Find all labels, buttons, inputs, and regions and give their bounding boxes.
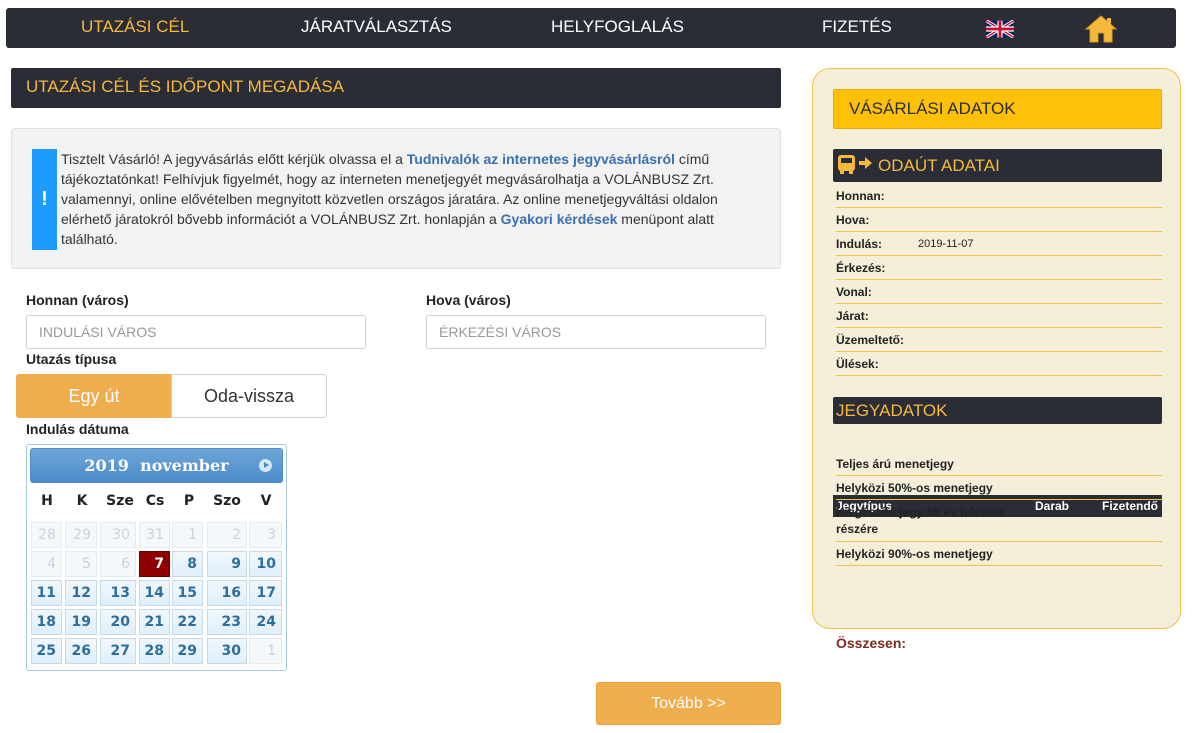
to-label: Hova (város)	[426, 292, 511, 308]
calendar-day[interactable]: 26	[65, 638, 97, 664]
trip-type-label: Utazás típusa	[26, 351, 117, 367]
trip-row-label: Üzemeltető:	[836, 328, 1162, 352]
ticket-type-row: Helyközi 50%-os menetjegy	[836, 476, 1162, 500]
outbound-details-title: ODAÚT ADATAI	[878, 156, 1000, 175]
next-month-icon[interactable]	[259, 459, 272, 472]
notice-box: ! Tisztelt Vásárló! A jegyvásárlás előtt…	[11, 128, 781, 269]
calendar-day[interactable]: 29	[172, 638, 203, 664]
calendar-day[interactable]: 16	[207, 580, 247, 606]
calendar-day: 29	[65, 522, 97, 548]
round-trip-button[interactable]: Oda-vissza	[171, 374, 327, 418]
internet-ticket-info-link[interactable]: Tudnivalók az internetes jegyvásárlásról	[407, 151, 675, 167]
notice-text-part: Tisztelt Vásárló! A jegyvásárlás előtt k…	[61, 151, 407, 167]
calendar-day[interactable]: 19	[65, 609, 97, 635]
calendar-day[interactable]: 12	[65, 580, 97, 606]
trip-row-label: Érkezés:	[836, 256, 1162, 280]
calendar-day[interactable]: 20	[100, 609, 136, 635]
ticket-details-header: JEGYADATOK	[833, 397, 1162, 424]
calendar-day[interactable]: 18	[31, 609, 62, 635]
faq-link[interactable]: Gyakori kérdések	[501, 211, 618, 227]
calendar-day[interactable]: 24	[249, 609, 282, 635]
bus-arrow-icon	[836, 154, 878, 187]
nav-item-seat-booking[interactable]: HELYFOGLALÁS	[551, 8, 684, 48]
section-title: UTAZÁSI CÉL ÉS IDŐPONT MEGADÁSA	[11, 68, 781, 108]
calendar-day[interactable]: 28	[139, 638, 170, 664]
calendar-day: 4	[31, 551, 62, 577]
calendar-month-title: 2019 november	[84, 456, 229, 475]
calendar-day[interactable]: 30	[207, 638, 247, 664]
ticket-type-name: Helyközi 90%-os menetjegy	[836, 547, 993, 561]
calendar-day: 2	[207, 522, 247, 548]
one-way-button[interactable]: Egy út	[16, 374, 172, 418]
calendar-day-selected[interactable]: 7	[139, 551, 170, 577]
calendar-day[interactable]: 11	[31, 580, 62, 606]
weekday-header: Sze	[106, 493, 134, 509]
trip-row-label: Honnan:	[836, 184, 1162, 208]
ticket-details-title: JEGYADATOK	[836, 401, 948, 420]
from-label: Honnan (város)	[26, 292, 129, 308]
calendar-day: 1	[249, 638, 282, 664]
calendar-day[interactable]: 10	[249, 551, 282, 577]
calendar-day: 5	[65, 551, 97, 577]
calendar-day[interactable]: 8	[172, 551, 203, 577]
weekday-header: Szo	[213, 493, 241, 509]
calendar-day: 1	[172, 522, 203, 548]
nav-item-destination[interactable]: UTAZÁSI CÉL	[81, 8, 189, 48]
calendar-day: 31	[139, 522, 170, 548]
calendar-day[interactable]: 25	[31, 638, 62, 664]
to-city-input[interactable]: ÉRKEZÉSI VÁROS	[426, 315, 766, 349]
calendar-day[interactable]: 27	[100, 638, 136, 664]
notice-text: Tisztelt Vásárló! A jegyvásárlás előtt k…	[61, 149, 761, 249]
ticket-type-name: Kiegészítő jegy 65 év felettiek részére	[836, 505, 1006, 536]
from-city-input[interactable]: INDULÁSI VÁROS	[26, 315, 366, 349]
ticket-type-name: Helyközi 50%-os menetjegy	[836, 481, 993, 495]
calendar-day[interactable]: 9	[207, 551, 247, 577]
trip-row-value: 2019-11-07	[918, 238, 974, 250]
calendar-day: 30	[100, 522, 136, 548]
nav-item-payment[interactable]: FIZETÉS	[822, 8, 892, 48]
trip-row-label: Vonal:	[836, 280, 1162, 304]
weekday-header: V	[260, 493, 272, 509]
calendar-day[interactable]: 21	[139, 609, 170, 635]
departure-date-label: Indulás dátuma	[26, 421, 129, 437]
next-button[interactable]: Tovább >>	[596, 682, 781, 725]
calendar-day[interactable]: 14	[139, 580, 170, 606]
ticket-type-row: Teljes árú menetjegy	[836, 452, 1162, 476]
home-icon[interactable]	[1084, 14, 1118, 44]
weekday-header: H	[41, 493, 53, 509]
total-label: Összesen:	[836, 635, 907, 651]
calendar-day: 28	[31, 522, 62, 548]
trip-row-label: Járat:	[836, 304, 1162, 328]
calendar-day[interactable]: 15	[172, 580, 203, 606]
purchase-details-panel: VÁSÁRLÁSI ADATOK ODAÚT ADATAI JEGYADATOK…	[812, 68, 1181, 651]
exclamation-icon: !	[32, 149, 57, 250]
ticket-type-row: Helyközi 90%-os menetjegy	[836, 542, 1162, 566]
calendar-day[interactable]: 13	[100, 580, 136, 606]
calendar-header: 2019 november	[30, 448, 283, 483]
weekday-header: Cs	[145, 493, 165, 509]
datepicker: 2019 november H K Sze Cs P Szo V 28 29 30 31 1 2 3 4 5 6…	[26, 444, 287, 671]
weekday-header: P	[183, 493, 195, 509]
ticket-type-name: Teljes árú menetjegy	[836, 457, 954, 471]
trip-row-label: Indulás:	[836, 232, 1162, 256]
calendar-day[interactable]: 17	[249, 580, 282, 606]
ticket-type-row: Kiegészítő jegy 65 év felettiek részére	[836, 500, 1162, 542]
top-navigation: UTAZÁSI CÉL JÁRATVÁLASZTÁS HELYFOGLALÁS …	[6, 8, 1176, 48]
trip-row-label: Ülések:	[836, 352, 1162, 376]
calendar-day: 3	[249, 522, 282, 548]
nav-item-route-selection[interactable]: JÁRATVÁLASZTÁS	[301, 8, 452, 48]
outbound-details-header: ODAÚT ADATAI	[833, 149, 1162, 182]
calendar-day[interactable]: 22	[172, 609, 203, 635]
calendar-day: 6	[100, 551, 136, 577]
weekday-header: K	[76, 493, 88, 509]
calendar-day[interactable]: 23	[207, 609, 247, 635]
uk-flag-icon[interactable]	[986, 20, 1014, 38]
trip-row-label: Hova:	[836, 208, 1162, 232]
purchase-details-title: VÁSÁRLÁSI ADATOK	[833, 89, 1162, 129]
